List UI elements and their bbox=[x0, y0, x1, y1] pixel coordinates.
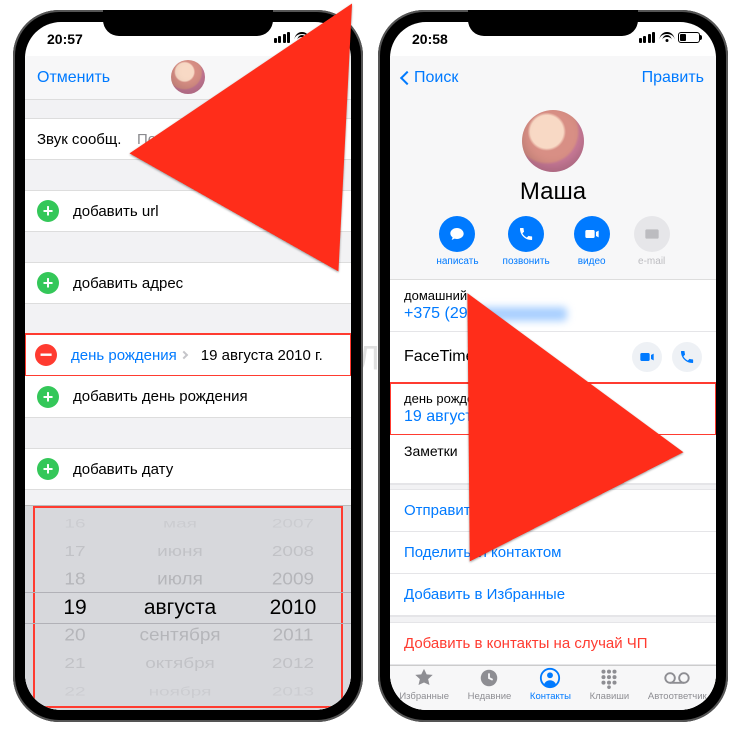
add-url-label: добавить url bbox=[73, 203, 159, 220]
tab-favorites[interactable]: Избранные bbox=[399, 667, 449, 702]
notch-right bbox=[468, 10, 638, 36]
add-address-label: добавить адрес bbox=[73, 275, 183, 292]
phone-section[interactable]: домашний +375 (29) bbox=[390, 280, 716, 332]
wifi-icon bbox=[294, 32, 309, 43]
facetime-video-button[interactable] bbox=[632, 342, 662, 372]
back-button[interactable]: Поиск bbox=[402, 69, 458, 87]
cancel-button[interactable]: Отменить bbox=[37, 69, 110, 87]
tab-keypad[interactable]: Клавиши bbox=[590, 667, 630, 702]
message-icon bbox=[439, 216, 475, 252]
tab-contacts[interactable]: Контакты bbox=[530, 667, 571, 702]
tab-recents[interactable]: Недавние bbox=[468, 667, 512, 702]
minus-icon[interactable] bbox=[35, 344, 57, 366]
phone-right: 20:58 Поиск Править Маша bbox=[378, 10, 728, 722]
tab-bar: Избранные Недавние Контакты bbox=[390, 665, 716, 710]
chevron-left-icon bbox=[400, 71, 414, 85]
plus-icon bbox=[37, 272, 59, 294]
plus-icon bbox=[37, 200, 59, 222]
video-icon bbox=[574, 216, 610, 252]
picker-day-col[interactable]: 16 17 18 19 20 21 22 bbox=[47, 506, 103, 710]
add-address-row[interactable]: добавить адрес bbox=[25, 262, 351, 304]
notch-left bbox=[103, 10, 273, 36]
add-birthday-label: добавить день рождения bbox=[73, 388, 248, 405]
birthday-field-value[interactable]: 19 августа 2010 г. bbox=[201, 347, 323, 364]
avatar[interactable] bbox=[522, 110, 584, 172]
chevron-right-icon bbox=[180, 351, 188, 359]
status-time: 20:57 bbox=[47, 31, 83, 47]
text-tone-label: Звук сообщ. bbox=[37, 131, 137, 148]
add-date-row[interactable]: добавить дату bbox=[25, 448, 351, 490]
voicemail-icon bbox=[664, 667, 690, 689]
keypad-icon bbox=[598, 667, 620, 689]
battery-icon bbox=[678, 32, 700, 43]
emergency-contact-link[interactable]: Добавить в контакты на случай ЧП bbox=[390, 623, 716, 665]
plus-icon bbox=[37, 458, 59, 480]
date-picker[interactable]: 16 17 18 19 20 21 22 мая июня июля bbox=[25, 505, 351, 710]
add-birthday-row[interactable]: добавить день рождения bbox=[25, 376, 351, 418]
facetime-row: FaceTime bbox=[390, 332, 716, 383]
message-action[interactable]: написать bbox=[436, 216, 478, 267]
edit-button[interactable]: Править bbox=[642, 69, 704, 87]
contact-name: Маша bbox=[390, 178, 716, 206]
video-action[interactable]: видео bbox=[574, 216, 610, 267]
annotation-arrow bbox=[223, 90, 313, 210]
contact-header: Маша написать позвонить bbox=[390, 100, 716, 280]
nav-bar-right: Поиск Править bbox=[390, 56, 716, 100]
annotation-arrow bbox=[508, 380, 598, 500]
mail-action: e-mail bbox=[634, 216, 670, 267]
share-contact-link[interactable]: Поделиться контактом bbox=[390, 532, 716, 574]
birthday-field-label[interactable]: день рождения bbox=[71, 347, 187, 364]
star-icon bbox=[413, 667, 435, 689]
person-icon bbox=[539, 667, 561, 689]
phone-label: домашний bbox=[404, 288, 702, 303]
tab-voicemail[interactable]: Автоответчик bbox=[648, 667, 707, 702]
phone-icon bbox=[508, 216, 544, 252]
birthday-row[interactable]: день рождения 19 августа 2010 г. bbox=[25, 334, 351, 376]
plus-icon bbox=[37, 386, 59, 408]
signal-icon bbox=[274, 32, 291, 43]
clock-icon bbox=[478, 667, 500, 689]
chevron-right-icon bbox=[329, 133, 340, 144]
phone-value: +375 (29) bbox=[404, 305, 702, 323]
battery-icon bbox=[313, 32, 335, 43]
add-date-label: добавить дату bbox=[73, 461, 173, 478]
call-action[interactable]: позвонить bbox=[503, 216, 550, 267]
mail-icon bbox=[634, 216, 670, 252]
signal-icon bbox=[639, 32, 656, 43]
facetime-audio-button[interactable] bbox=[672, 342, 702, 372]
facetime-label: FaceTime bbox=[404, 348, 475, 366]
done-button[interactable]: Готово bbox=[285, 69, 339, 87]
add-favorite-link[interactable]: Добавить в Избранные bbox=[390, 574, 716, 616]
picker-month-col[interactable]: мая июня июля августа сентября октября н… bbox=[103, 506, 257, 710]
picker-year-col[interactable]: 2007 2008 2009 2010 2011 2012 2013 bbox=[257, 506, 329, 710]
wifi-icon bbox=[659, 32, 674, 43]
avatar[interactable] bbox=[171, 60, 205, 94]
status-time: 20:58 bbox=[412, 31, 448, 47]
phone-left: 20:57 Отменить Готово Звук сообщ. По умо… bbox=[13, 10, 363, 722]
